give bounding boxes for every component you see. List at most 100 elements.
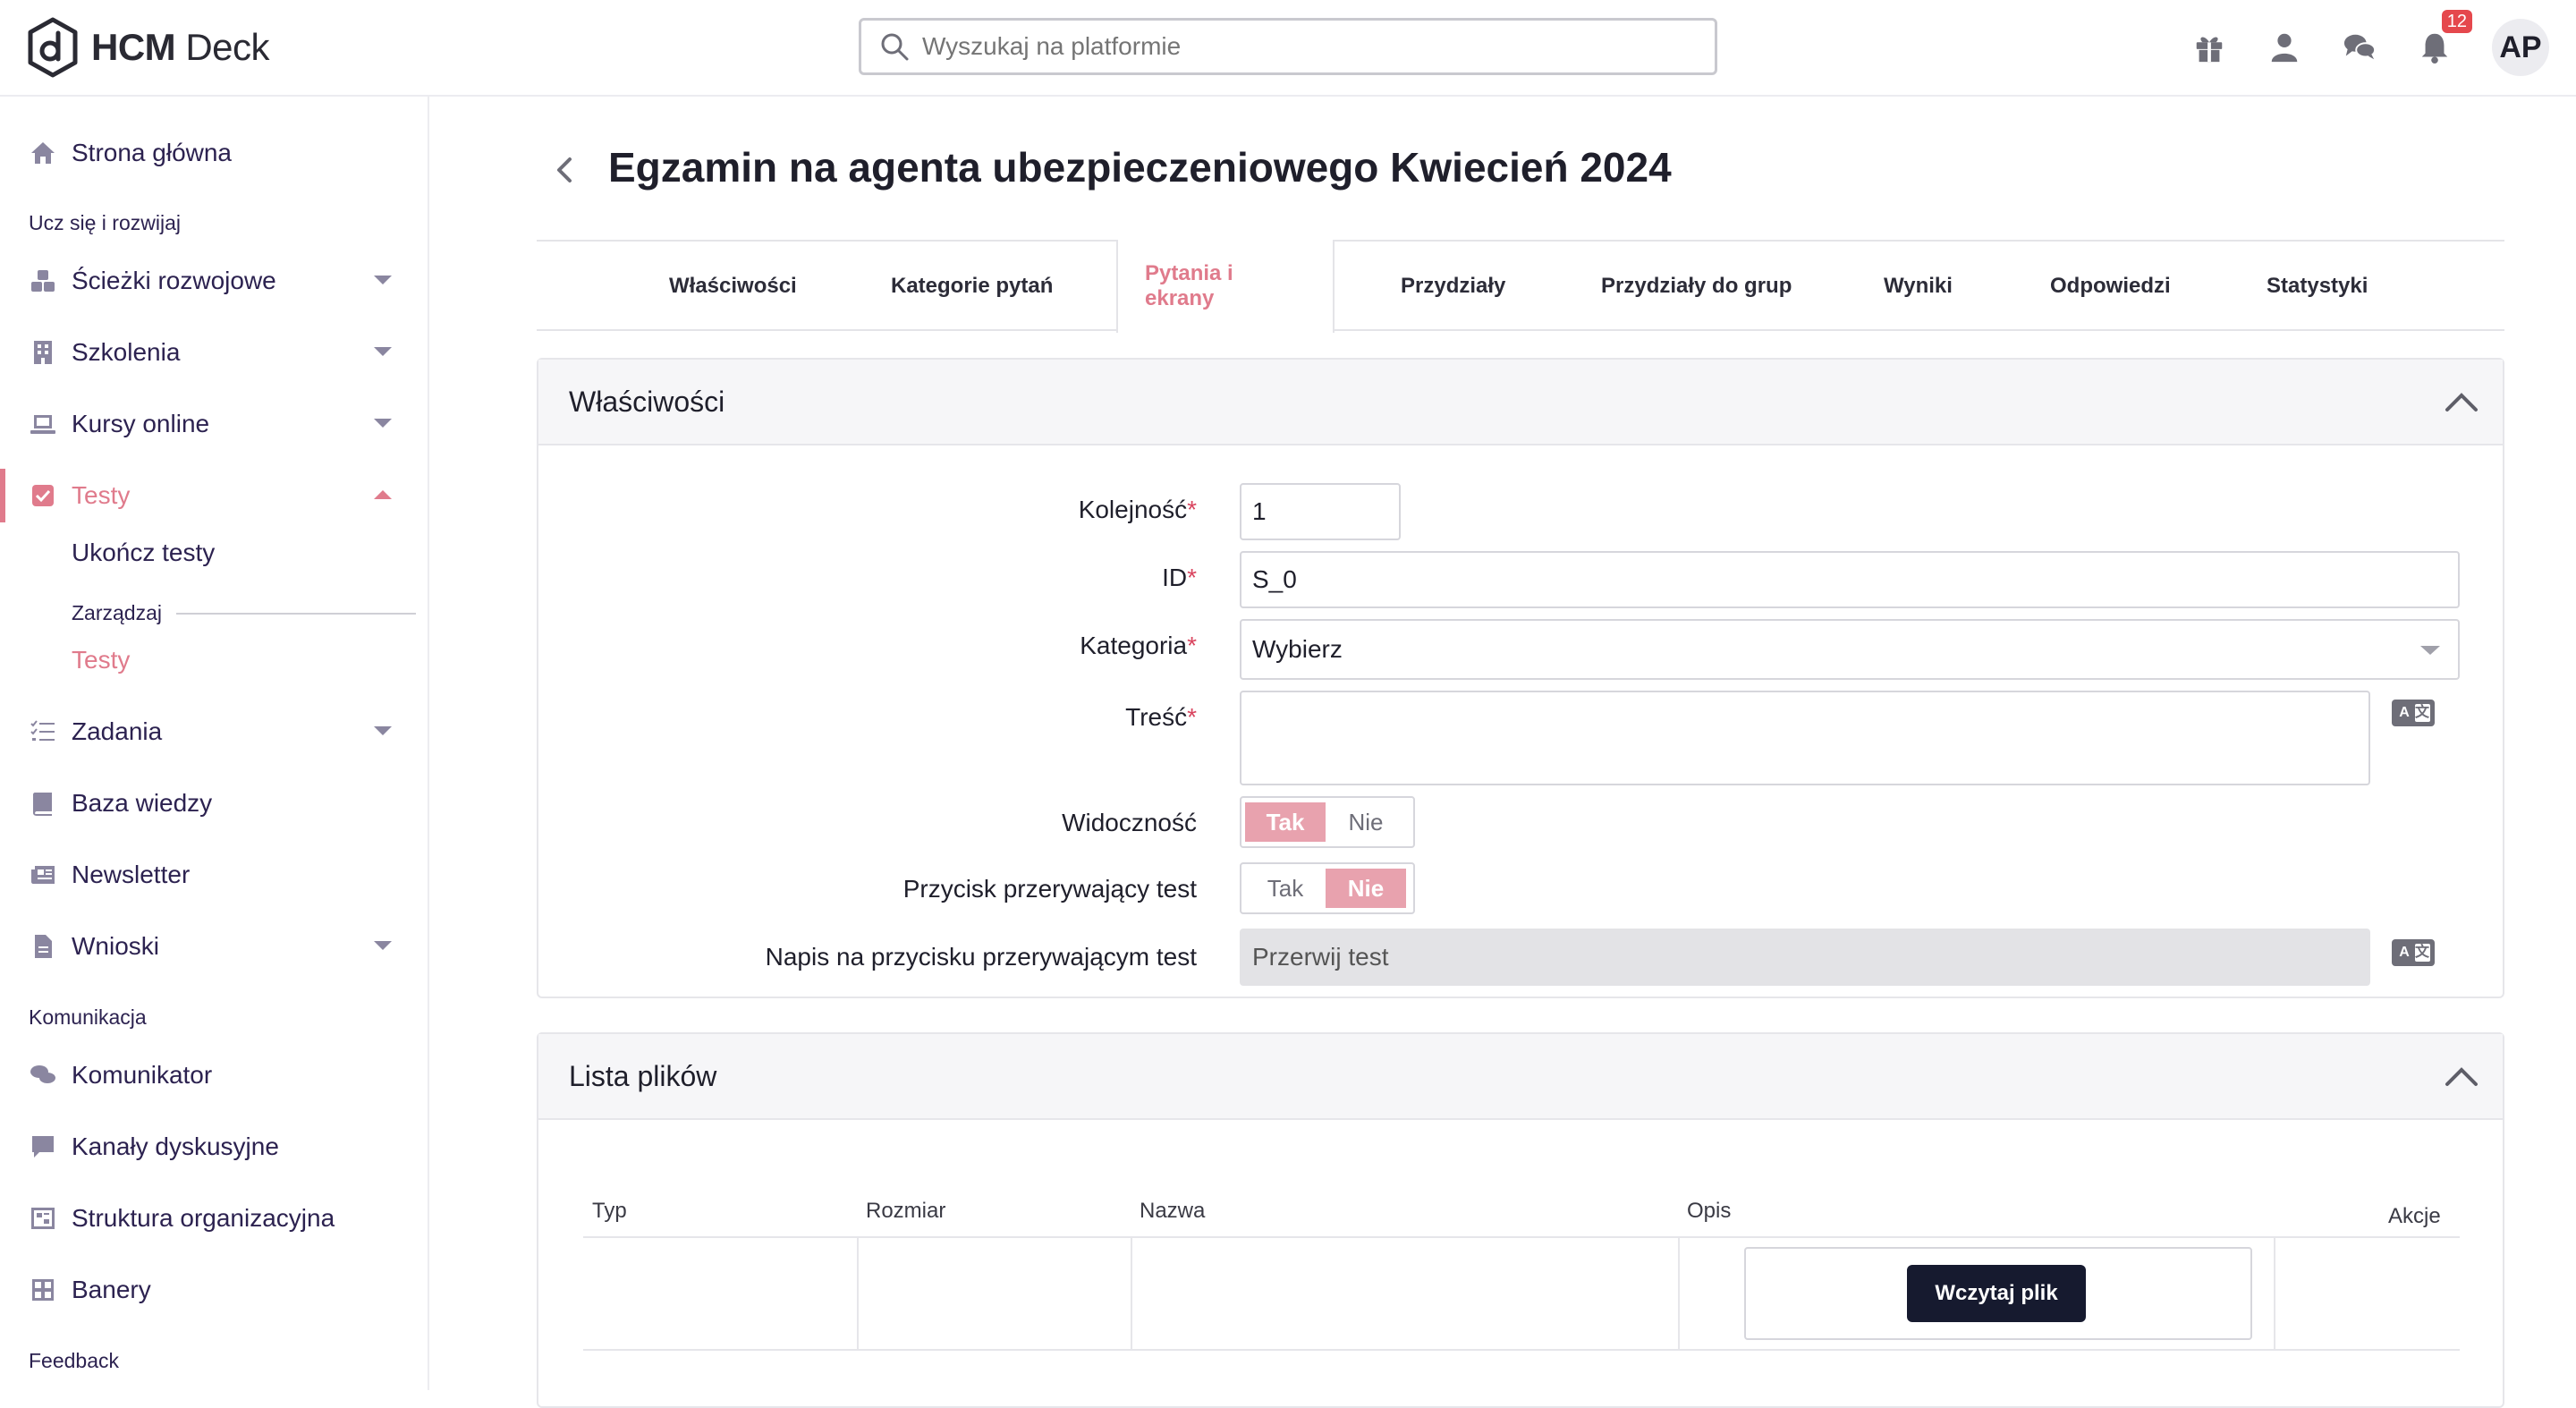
tab-statistics[interactable]: Statystyki bbox=[2267, 242, 2368, 331]
tab-question-categories[interactable]: Kategorie pytań bbox=[891, 242, 1053, 331]
break-button-label: Przycisk przerywający test bbox=[902, 875, 1197, 903]
break-caption-label: Napis na przycisku przerywającym test bbox=[765, 943, 1197, 971]
sidebar-item-label: Strona główna bbox=[72, 139, 233, 166]
break-button-yes-option[interactable]: Tak bbox=[1245, 869, 1326, 908]
sidebar-item-courses[interactable]: Kursy online bbox=[0, 397, 428, 451]
chevron-up-icon[interactable] bbox=[2444, 1063, 2479, 1090]
visibility-label: Widoczność bbox=[1062, 809, 1197, 836]
sidebar-item-label: Ścieżki rozwojowe bbox=[72, 267, 276, 294]
break-button-toggle[interactable]: Tak Nie bbox=[1240, 862, 1415, 914]
sidebar-item-label: Komunikator bbox=[72, 1061, 213, 1089]
top-bar: HCM Deck 12 AP bbox=[0, 0, 2576, 97]
id-input[interactable]: S_0 bbox=[1240, 551, 2460, 608]
sidebar-section-learn: Ucz się i rozwijaj bbox=[29, 211, 181, 234]
sidebar-item-label: Kanały dyskusyjne bbox=[72, 1132, 279, 1160]
id-label: ID* bbox=[1162, 564, 1197, 591]
sidebar-item-newsletter[interactable]: Newsletter bbox=[0, 848, 428, 902]
sidebar-item-trainings[interactable]: Szkolenia bbox=[0, 326, 428, 379]
user-avatar[interactable]: AP bbox=[2492, 19, 2549, 76]
tab-assignments[interactable]: Przydziały bbox=[1401, 242, 1505, 331]
laptop-icon bbox=[29, 410, 57, 438]
gift-icon[interactable] bbox=[2191, 30, 2227, 65]
category-selected-value: Wybierz bbox=[1252, 635, 1343, 663]
paths-icon bbox=[29, 267, 57, 295]
panel-title: Właściwości bbox=[569, 385, 725, 418]
search-bar[interactable] bbox=[859, 18, 1717, 75]
column-divider bbox=[857, 1238, 859, 1349]
sidebar-item-channels[interactable]: Kanały dyskusyjne bbox=[0, 1120, 428, 1174]
caret-down-icon bbox=[2420, 646, 2440, 655]
sidebar-item-knowledge[interactable]: Baza wiedzy bbox=[0, 776, 428, 830]
sidebar-item-paths[interactable]: Ścieżki rozwojowe bbox=[0, 254, 428, 308]
visibility-yes-option[interactable]: Tak bbox=[1245, 802, 1326, 842]
sidebar-item-tests[interactable]: Testy bbox=[0, 469, 428, 522]
sidebar-item-banners[interactable]: Banery bbox=[0, 1263, 428, 1317]
sidebar-item-requests[interactable]: Wnioski bbox=[0, 920, 428, 973]
org-chart-icon bbox=[29, 1204, 57, 1233]
app-logo[interactable]: HCM Deck bbox=[27, 16, 270, 79]
files-panel-header[interactable]: Lista plików bbox=[538, 1034, 2503, 1120]
sidebar: Strona główna Ucz się i rozwijaj Ścieżki… bbox=[0, 97, 429, 1390]
sidebar-subitem-finish-tests[interactable]: Ukończ testy bbox=[72, 539, 215, 567]
column-divider bbox=[1678, 1238, 1680, 1349]
sidebar-item-tasks[interactable]: Zadania bbox=[0, 705, 428, 759]
chevron-up-icon[interactable] bbox=[374, 490, 392, 499]
notification-badge: 12 bbox=[2441, 10, 2472, 33]
search-icon bbox=[881, 33, 909, 61]
sidebar-item-org-structure[interactable]: Struktura organizacyjna bbox=[0, 1192, 428, 1245]
back-arrow-icon[interactable] bbox=[547, 152, 583, 188]
tab-group-assignments[interactable]: Przydziały do grup bbox=[1601, 242, 1792, 331]
sidebar-item-home[interactable]: Strona główna bbox=[0, 126, 428, 180]
sidebar-item-messenger[interactable]: Komunikator bbox=[0, 1048, 428, 1102]
chevron-down-icon[interactable] bbox=[374, 726, 392, 735]
visibility-no-option[interactable]: Nie bbox=[1326, 802, 1406, 842]
chat-icon[interactable] bbox=[2342, 30, 2377, 65]
tab-results[interactable]: Wyniki bbox=[1884, 242, 1953, 331]
checkbox-icon bbox=[29, 481, 57, 510]
search-input[interactable] bbox=[922, 32, 1656, 61]
column-divider bbox=[1131, 1238, 1132, 1349]
column-header-size: Rozmiar bbox=[866, 1199, 946, 1223]
translate-icon[interactable]: A文 bbox=[2392, 700, 2435, 726]
tab-questions-screens[interactable]: Pytania i ekrany bbox=[1116, 240, 1335, 333]
order-input[interactable]: 1 bbox=[1240, 483, 1401, 540]
category-select[interactable]: Wybierz bbox=[1240, 619, 2460, 680]
chevron-down-icon[interactable] bbox=[374, 347, 392, 356]
building-icon bbox=[29, 338, 57, 367]
top-actions: 12 AP bbox=[2191, 10, 2549, 77]
sidebar-item-label: Newsletter bbox=[72, 861, 191, 888]
chevron-down-icon[interactable] bbox=[374, 419, 392, 428]
content-label: Treść* bbox=[1125, 703, 1197, 731]
sidebar-item-label: Struktura organizacyjna bbox=[72, 1204, 335, 1232]
grid-icon bbox=[29, 1276, 57, 1304]
comment-icon bbox=[29, 1132, 57, 1161]
newspaper-icon bbox=[29, 861, 57, 889]
user-icon[interactable] bbox=[2267, 30, 2302, 65]
sidebar-item-label: Zadania bbox=[72, 717, 163, 745]
column-header-name: Nazwa bbox=[1140, 1199, 1206, 1223]
tab-answers[interactable]: Odpowiedzi bbox=[2050, 242, 2171, 331]
sidebar-item-label: Szkolenia bbox=[72, 338, 181, 366]
translate-icon[interactable]: A文 bbox=[2392, 939, 2435, 966]
chevron-up-icon[interactable] bbox=[2444, 388, 2479, 415]
sidebar-section-communication: Komunikacja bbox=[29, 1005, 147, 1029]
sidebar-item-label: Kursy online bbox=[72, 410, 210, 437]
content-textarea[interactable] bbox=[1240, 691, 2370, 785]
chevron-down-icon[interactable] bbox=[374, 276, 392, 284]
tab-properties[interactable]: Właściwości bbox=[669, 242, 797, 331]
sidebar-subitem-tests[interactable]: Testy bbox=[72, 646, 130, 674]
book-icon bbox=[29, 789, 57, 818]
divider bbox=[175, 612, 416, 615]
properties-panel-header[interactable]: Właściwości bbox=[538, 360, 2503, 445]
chat-icon bbox=[29, 1061, 57, 1090]
column-header-description: Opis bbox=[1687, 1199, 1732, 1223]
column-divider bbox=[2274, 1238, 2275, 1349]
visibility-toggle[interactable]: Tak Nie bbox=[1240, 796, 1415, 848]
sidebar-item-label: Banery bbox=[72, 1276, 151, 1303]
chevron-down-icon[interactable] bbox=[374, 941, 392, 950]
upload-file-button[interactable]: Wczytaj plik bbox=[1907, 1265, 2086, 1322]
break-button-no-option[interactable]: Nie bbox=[1326, 869, 1406, 908]
task-list-icon bbox=[29, 717, 57, 746]
bell-icon[interactable]: 12 bbox=[2417, 10, 2472, 65]
brand-name: HCM Deck bbox=[91, 26, 270, 68]
